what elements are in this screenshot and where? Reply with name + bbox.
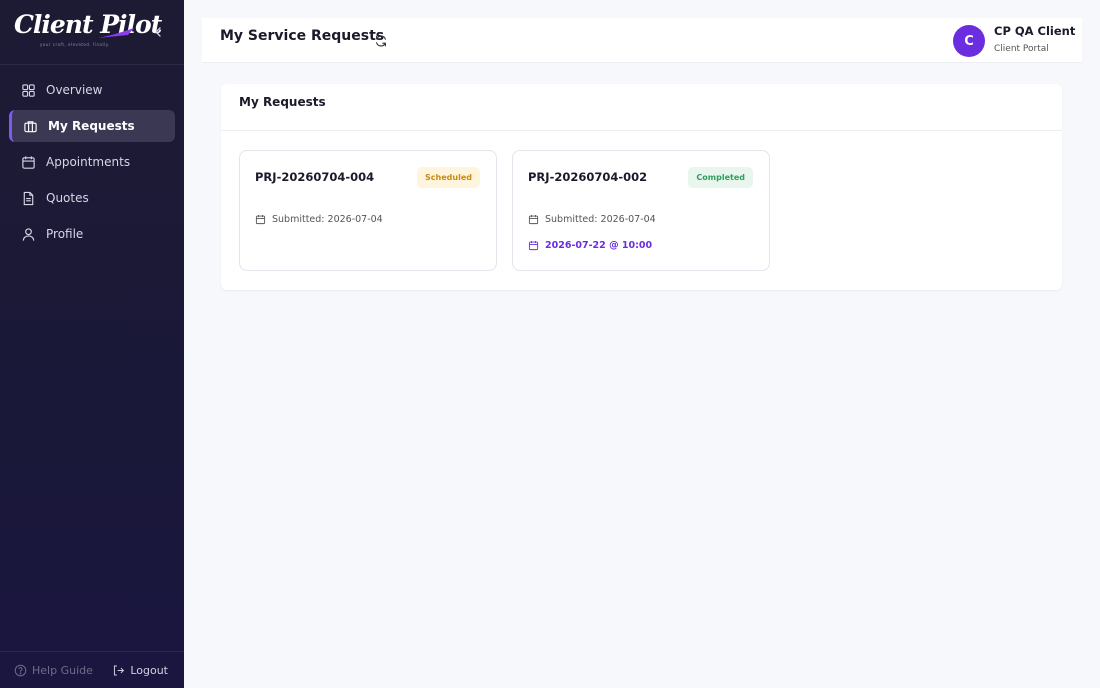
page-title: My Service Requests	[220, 28, 385, 44]
sidebar-footer: Help Guide Logout	[0, 651, 184, 688]
sidebar-item-label: My Requests	[48, 119, 135, 133]
panel-title: My Requests	[239, 95, 326, 109]
status-badge: Completed	[688, 167, 753, 188]
top-header: My Service Requests C CP QA Client Clien…	[202, 18, 1082, 63]
logout-label: Logout	[130, 663, 168, 677]
sidebar-item-label: Appointments	[46, 155, 131, 169]
help-guide-label: Help Guide	[32, 663, 93, 677]
sidebar-item-label: Profile	[46, 227, 84, 241]
help-circle-icon	[14, 664, 27, 676]
calendar-icon	[528, 241, 539, 251]
user-icon	[22, 227, 35, 241]
refresh-icon[interactable]	[374, 34, 388, 48]
user-name: CP QA Client	[994, 24, 1076, 38]
sidebar-nav: Overview My Requests Appointments Quotes…	[0, 74, 184, 254]
request-id: PRJ-20260704-002	[528, 170, 648, 184]
sidebar: Client Pilot your craft, elevated. final…	[0, 0, 184, 688]
user-role: Client Portal	[994, 44, 1049, 54]
chevron-left-icon[interactable]	[150, 24, 166, 40]
avatar[interactable]: C	[953, 25, 985, 57]
grid-icon	[22, 83, 35, 97]
request-card[interactable]: PRJ-20260704-002 Completed Submitted: 20…	[512, 150, 770, 271]
logo[interactable]: Client Pilot	[14, 10, 162, 39]
submitted-text: Submitted: 2026-07-04	[272, 214, 383, 225]
panel-header: My Requests	[221, 84, 1062, 131]
logo-tagline: your craft, elevated. finally.	[40, 42, 110, 47]
calendar-icon	[22, 155, 35, 169]
calendar-icon	[528, 215, 539, 225]
sidebar-item-appointments[interactable]: Appointments	[9, 146, 175, 178]
document-icon	[23, 191, 34, 205]
appointment-date: 2026-07-22 @ 10:00	[528, 240, 652, 251]
logout-icon	[114, 665, 125, 675]
sidebar-item-overview[interactable]: Overview	[9, 74, 175, 106]
sidebar-item-my-requests[interactable]: My Requests	[9, 110, 175, 142]
sidebar-item-quotes[interactable]: Quotes	[9, 182, 175, 214]
logout-button[interactable]: Logout	[112, 664, 168, 677]
sidebar-item-label: Overview	[46, 83, 103, 97]
sidebar-item-profile[interactable]: Profile	[9, 218, 175, 250]
submitted-date: Submitted: 2026-07-04	[528, 214, 656, 225]
help-guide-link[interactable]: Help Guide	[14, 664, 93, 677]
calendar-icon	[255, 215, 266, 225]
submitted-date: Submitted: 2026-07-04	[255, 214, 383, 225]
status-badge: Scheduled	[417, 167, 480, 188]
request-id: PRJ-20260704-004	[255, 170, 375, 184]
sidebar-item-label: Quotes	[46, 191, 89, 205]
brand-area: Client Pilot your craft, elevated. final…	[0, 0, 184, 65]
requests-panel: My Requests PRJ-20260704-004 Scheduled S…	[221, 84, 1062, 290]
submitted-text: Submitted: 2026-07-04	[545, 214, 656, 225]
request-card[interactable]: PRJ-20260704-004 Scheduled Submitted: 20…	[239, 150, 497, 271]
logo-swoosh-icon	[98, 28, 134, 38]
briefcase-icon	[24, 120, 37, 132]
appointment-text: 2026-07-22 @ 10:00	[545, 240, 653, 251]
